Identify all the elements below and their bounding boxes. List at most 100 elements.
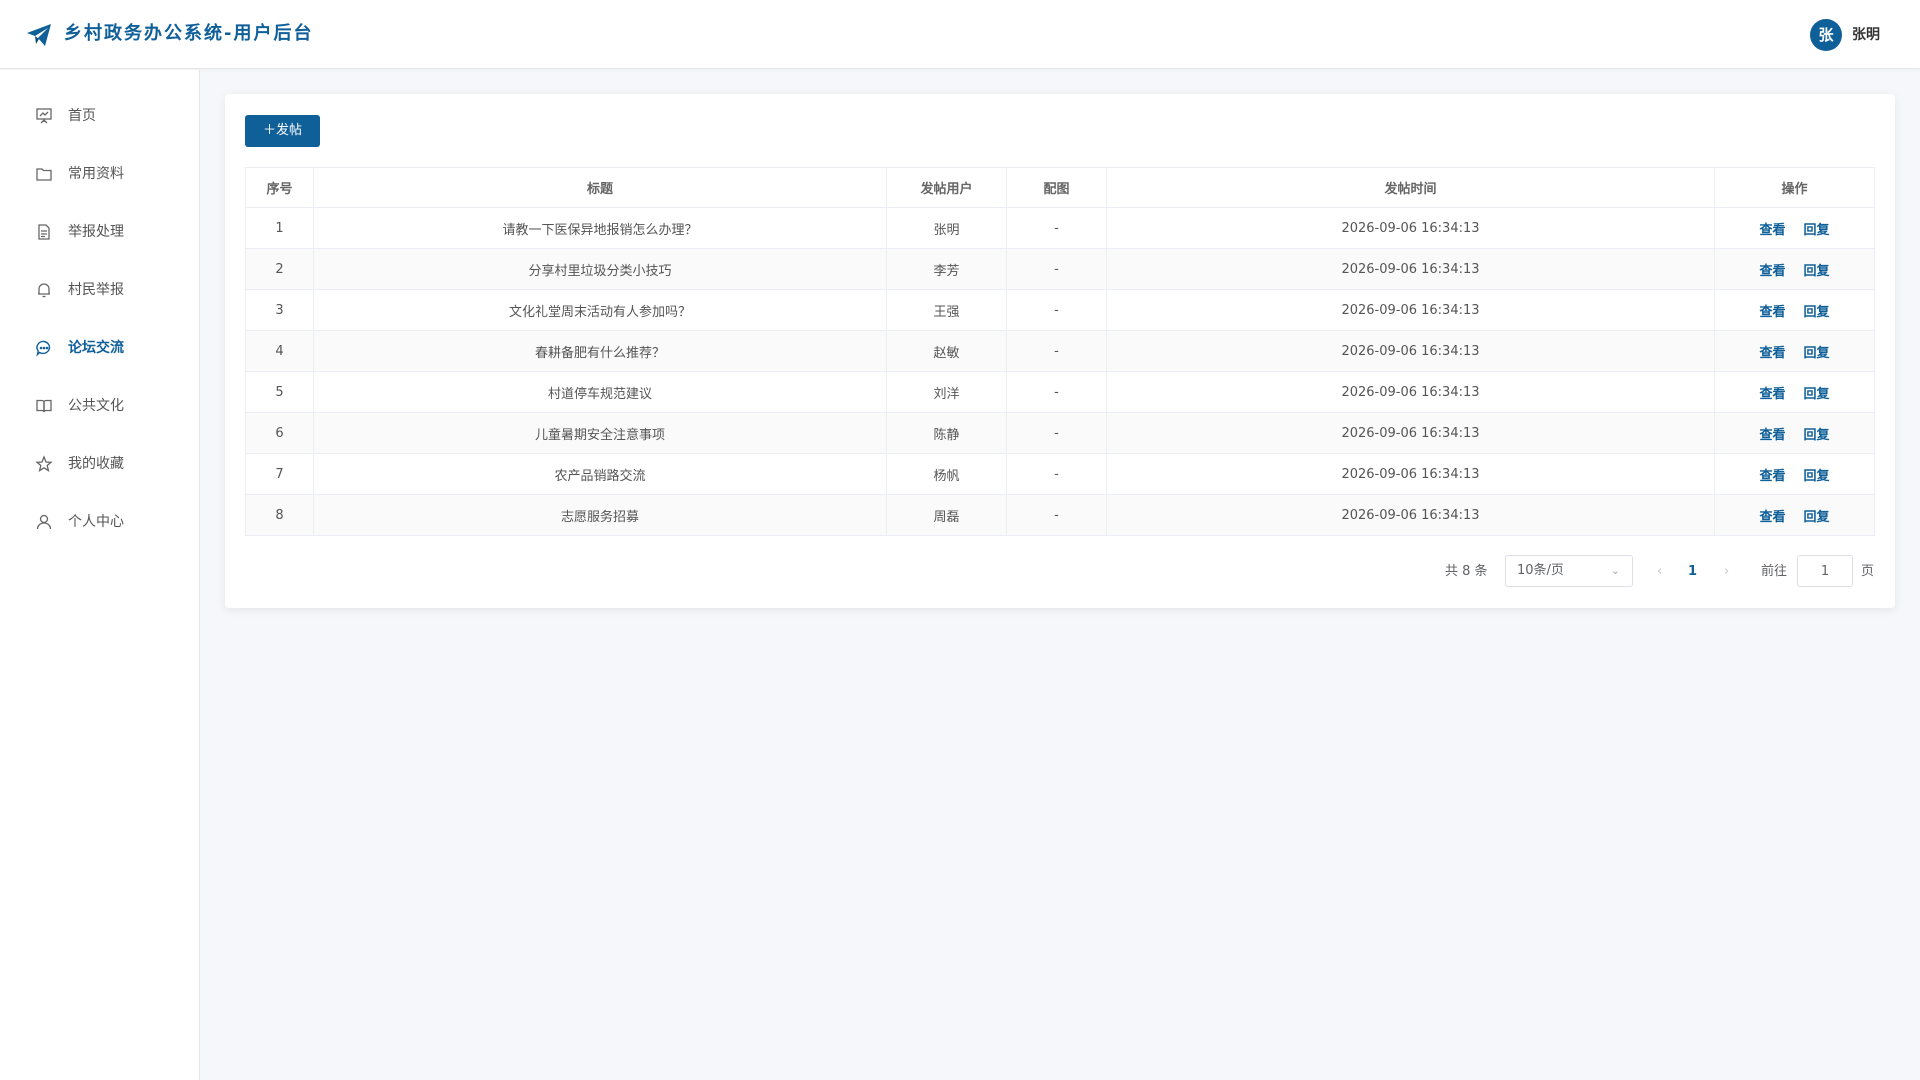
cell-actions: 查看 回复 [1714,289,1875,331]
reply-link[interactable]: 回复 [1804,469,1830,484]
sidebar: 首页 常用资料 举报处理 村民举报 论坛交流 公共文化 我的收藏 个人中心 [0,70,200,1080]
cell-image: - [1006,371,1107,413]
user-name[interactable]: 张明 [1852,25,1880,45]
cell-index: 3 [245,289,314,331]
table-row: 1 请教一下医保异地报销怎么办理？ 张明 - 2026-09-06 16:34:… [245,207,1875,249]
sidebar-item-label: 举报处理 [68,224,124,240]
cell-time: 2026-09-06 16:34:13 [1106,412,1715,454]
page-size-select[interactable]: 10条/页 ⌄ [1505,555,1633,587]
cell-actions: 查看 回复 [1714,453,1875,495]
reply-link[interactable]: 回复 [1804,346,1830,361]
page-size-value: 10条/页 [1517,563,1564,578]
cell-user: 周磊 [886,494,1007,536]
view-link[interactable]: 查看 [1759,387,1785,402]
view-link[interactable]: 查看 [1759,346,1785,361]
top-header: 乡村政务办公系统-用户后台 张 张明 [0,0,1920,69]
sidebar-item-villager-report[interactable]: 村民举报 [0,261,199,319]
sidebar-item-favorites[interactable]: 我的收藏 [0,435,199,493]
cell-user: 李芳 [886,248,1007,290]
folder-icon [35,165,53,183]
sidebar-item-label: 村民举报 [68,282,124,298]
table-row: 7 农产品销路交流 杨帆 - 2026-09-06 16:34:13 查看 回复 [245,453,1875,495]
cell-index: 4 [245,330,314,372]
cell-index: 2 [245,248,314,290]
table-row: 5 村道停车规范建议 刘洋 - 2026-09-06 16:34:13 查看 回复 [245,371,1875,413]
table-row: 2 分享村里垃圾分类小技巧 李芳 - 2026-09-06 16:34:13 查… [245,248,1875,290]
cell-index: 7 [245,453,314,495]
cell-actions: 查看 回复 [1714,330,1875,372]
reply-link[interactable]: 回复 [1804,305,1830,320]
new-post-button[interactable]: ＋发帖 [245,115,320,147]
column-header-image: 配图 [1006,167,1107,208]
column-header-user: 发帖用户 [886,167,1007,208]
star-icon [35,455,53,473]
next-page-button[interactable]: › [1724,562,1729,582]
column-header-index: 序号 [245,167,314,208]
paper-plane-icon [26,23,52,47]
reply-link[interactable]: 回复 [1804,264,1830,279]
presentation-icon [35,107,53,125]
cell-image: - [1006,207,1107,249]
column-header-time: 发帖时间 [1106,167,1715,208]
user-icon [35,513,53,531]
table-row: 4 春耕备肥有什么推荐？ 赵敏 - 2026-09-06 16:34:13 查看… [245,330,1875,372]
sidebar-item-profile[interactable]: 个人中心 [0,493,199,551]
cell-user: 陈静 [886,412,1007,454]
cell-index: 8 [245,494,314,536]
current-page-number[interactable]: 1 [1688,562,1697,582]
reply-link[interactable]: 回复 [1804,510,1830,525]
sidebar-item-home[interactable]: 首页 [0,87,199,145]
goto-page-input[interactable] [1797,555,1853,587]
cell-user: 赵敏 [886,330,1007,372]
app-title: 乡村政务办公系统-用户后台 [64,23,314,44]
cell-time: 2026-09-06 16:34:13 [1106,289,1715,331]
reply-link[interactable]: 回复 [1804,387,1830,402]
column-header-actions: 操作 [1714,167,1875,208]
cell-image: - [1006,330,1107,372]
cell-image: - [1006,412,1107,454]
reply-link[interactable]: 回复 [1804,428,1830,443]
view-link[interactable]: 查看 [1759,264,1785,279]
cell-time: 2026-09-06 16:34:13 [1106,248,1715,290]
view-link[interactable]: 查看 [1759,223,1785,238]
cell-index: 1 [245,207,314,249]
sidebar-item-forum[interactable]: 论坛交流 [0,319,199,377]
sidebar-item-public-culture[interactable]: 公共文化 [0,377,199,435]
page-unit-label: 页 [1861,564,1875,579]
reply-link[interactable]: 回复 [1804,223,1830,238]
book-icon [35,397,53,415]
cell-time: 2026-09-06 16:34:13 [1106,494,1715,536]
forum-card: ＋发帖 序号 标题 发帖用户 配图 发帖时间 操作 1 请教一下医保异地报销怎么… [225,94,1895,608]
cell-user: 杨帆 [886,453,1007,495]
pagination-total: 共 8 条 [1445,564,1488,579]
view-link[interactable]: 查看 [1759,305,1785,320]
sidebar-item-common-docs[interactable]: 常用资料 [0,145,199,203]
cell-actions: 查看 回复 [1714,494,1875,536]
cell-image: - [1006,453,1107,495]
cell-actions: 查看 回复 [1714,412,1875,454]
cell-title: 儿童暑期安全注意事项 [313,412,887,454]
view-link[interactable]: 查看 [1759,469,1785,484]
sidebar-item-label: 首页 [68,108,96,124]
sidebar-item-report-handling[interactable]: 举报处理 [0,203,199,261]
cell-image: - [1006,289,1107,331]
document-icon [35,223,53,241]
sidebar-item-label: 个人中心 [68,514,124,530]
sidebar-item-label: 常用资料 [68,166,124,182]
cell-index: 6 [245,412,314,454]
cell-time: 2026-09-06 16:34:13 [1106,453,1715,495]
cell-title: 春耕备肥有什么推荐？ [313,330,887,372]
prev-page-button[interactable]: ‹ [1657,562,1662,582]
cell-user: 张明 [886,207,1007,249]
cell-user: 王强 [886,289,1007,331]
chevron-down-icon: ⌄ [1610,564,1620,577]
goto-label: 前往 [1761,564,1788,579]
table-row: 8 志愿服务招募 周磊 - 2026-09-06 16:34:13 查看 回复 [245,494,1875,536]
view-link[interactable]: 查看 [1759,428,1785,443]
sidebar-item-label: 公共文化 [68,398,124,414]
avatar[interactable]: 张 [1810,19,1842,51]
chat-icon [35,339,53,357]
cell-user: 刘洋 [886,371,1007,413]
cell-actions: 查看 回复 [1714,248,1875,290]
view-link[interactable]: 查看 [1759,510,1785,525]
